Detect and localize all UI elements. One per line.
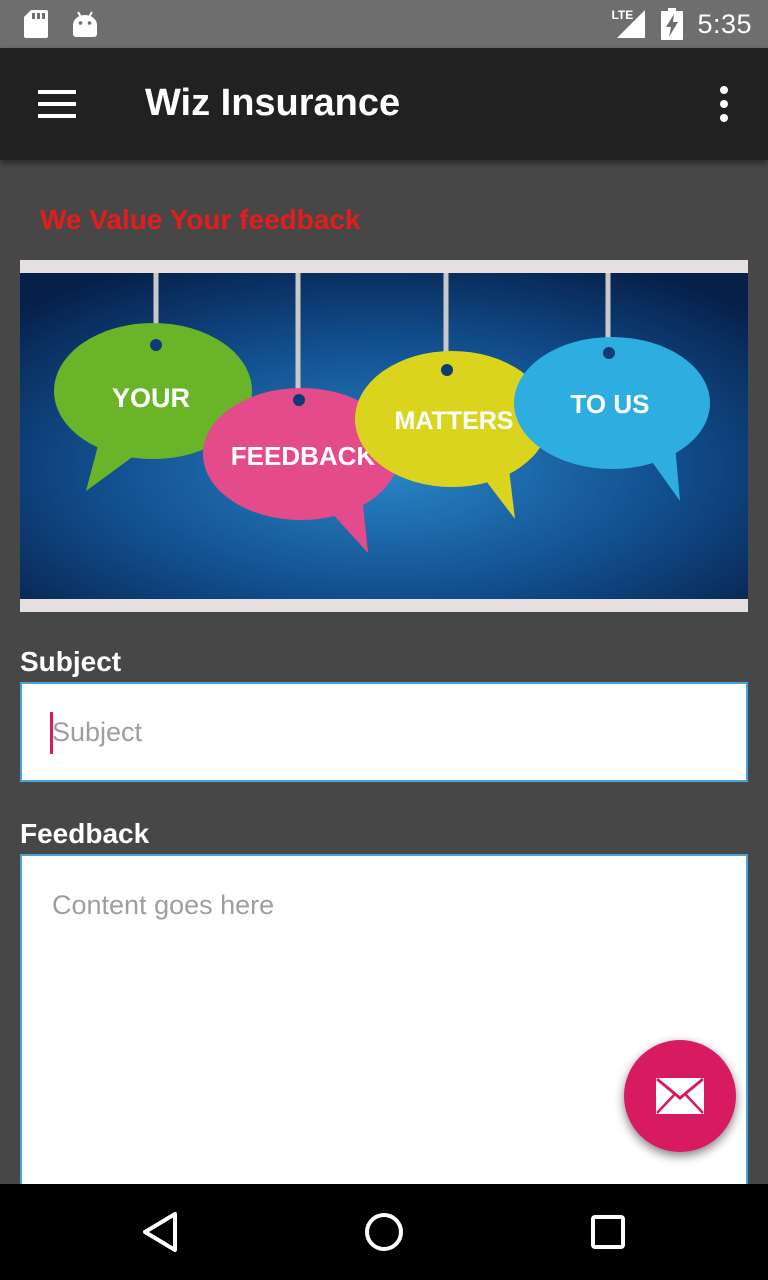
nav-recents-button[interactable]	[578, 1202, 638, 1262]
page-headline: We Value Your feedback	[40, 204, 361, 235]
status-bar: LTE 5:35	[0, 0, 768, 48]
more-vert-icon	[720, 86, 728, 122]
nav-home-button[interactable]	[354, 1202, 414, 1262]
menu-button[interactable]	[22, 74, 90, 134]
clock: 5:35	[697, 8, 752, 39]
app-bar: Wiz Insurance	[0, 48, 768, 160]
android-icon	[73, 11, 97, 37]
back-icon	[143, 1212, 177, 1252]
nav-back-button[interactable]	[130, 1202, 190, 1262]
banner-word-your: YOUR	[112, 383, 190, 413]
feedback-label: Feedback	[20, 818, 150, 849]
sd-card-icon	[24, 10, 48, 38]
app-title: Wiz Insurance	[145, 82, 401, 124]
banner-word-feedback: FEEDBACK	[231, 441, 376, 471]
subject-label: Subject	[20, 646, 122, 677]
mail-icon	[656, 1077, 704, 1114]
overflow-menu-button[interactable]	[700, 80, 748, 128]
send-feedback-button[interactable]	[624, 1040, 736, 1152]
battery-charging-icon	[661, 8, 684, 40]
feedback-placeholder: Content goes here	[52, 890, 275, 920]
subject-input[interactable]: Subject	[20, 682, 748, 782]
signal-icon	[617, 10, 646, 38]
feedback-screen: We Value Your feedback YOUR FEEDBACK MAT…	[0, 160, 768, 1184]
signal-indicator: LTE	[611, 8, 647, 40]
hamburger-icon	[38, 90, 76, 118]
system-nav-bar	[0, 1184, 768, 1280]
banner-image: YOUR FEEDBACK MATTERS TO US	[20, 273, 748, 599]
banner-word-matters: MATTERS	[395, 407, 514, 435]
recents-icon	[591, 1215, 625, 1249]
banner-word-to-us: TO US	[571, 389, 650, 419]
feedback-banner: YOUR FEEDBACK MATTERS TO US	[20, 260, 748, 612]
home-icon	[365, 1213, 403, 1251]
subject-placeholder: Subject	[52, 717, 143, 747]
